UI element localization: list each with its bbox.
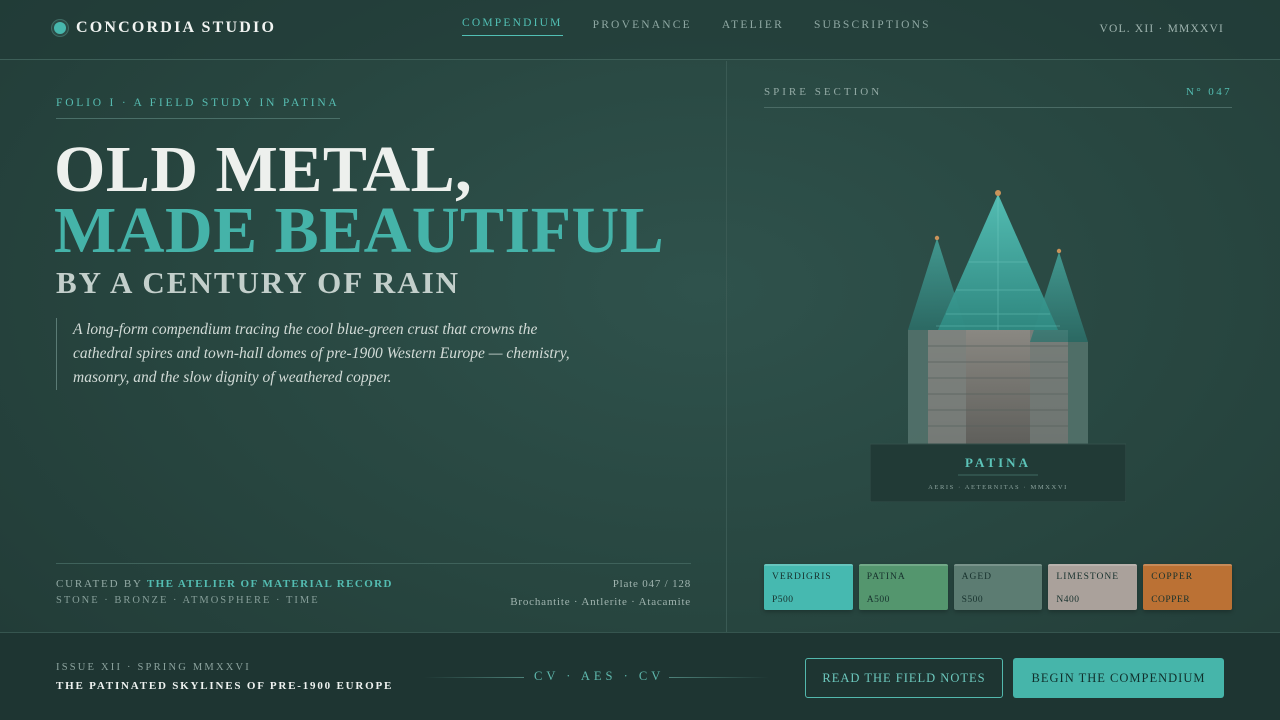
section-bar: SPIRE SECTION N° 047 bbox=[764, 86, 1232, 108]
brand[interactable]: CONCORDIA STUDIO bbox=[54, 19, 276, 37]
swatch-name: COPPER bbox=[1151, 572, 1194, 582]
swatch-code: N400 bbox=[1056, 595, 1080, 605]
monogram: CV · AES · CV bbox=[534, 669, 665, 683]
curated-by: CURATED BY THE ATELIER OF MATERIAL RECOR… bbox=[56, 578, 393, 590]
nav-compendium[interactable]: COMPENDIUM bbox=[462, 17, 563, 36]
issue-label: ISSUE XII · SPRING MMXXVI bbox=[56, 662, 252, 673]
headline-line-3: BY A CENTURY OF RAIN bbox=[56, 265, 461, 300]
brand-dot-icon bbox=[54, 22, 66, 34]
folio-label: FOLIO I · A FIELD STUDY IN PATINA bbox=[56, 97, 340, 119]
swatch-aged[interactable]: AGED S500 bbox=[953, 564, 1043, 610]
lede-paragraph: A long-form compendium tracing the cool … bbox=[56, 318, 596, 390]
swatch-limestone[interactable]: LIMESTONE N400 bbox=[1048, 564, 1138, 610]
plate-number: Plate 047 / 128 bbox=[612, 578, 691, 590]
swatch-name: VERDIGRIS bbox=[772, 572, 832, 582]
specimen-panel: SPIRE SECTION N° 047 PATINA AERIS · AETE… bbox=[728, 61, 1280, 632]
begin-compendium-button[interactable]: BEGIN THE COMPENDIUM bbox=[1013, 658, 1224, 698]
swatch-code: S500 bbox=[961, 595, 984, 605]
footer-rule-right bbox=[669, 677, 769, 678]
swatch-patina[interactable]: PATINA A500 bbox=[858, 564, 948, 610]
swatch-name: LIMESTONE bbox=[1056, 572, 1120, 582]
main-nav: COMPENDIUM PROVENANCE ATELIER SUBSCRIPTI… bbox=[462, 17, 931, 36]
nav-provenance[interactable]: PROVENANCE bbox=[593, 19, 692, 36]
right-finial-icon bbox=[1056, 248, 1062, 254]
section-number: N° 047 bbox=[1186, 86, 1232, 98]
swatch-copper[interactable]: COPPER COPPER bbox=[1143, 564, 1232, 610]
central-finial-icon bbox=[995, 190, 1001, 196]
footer-rule-left bbox=[424, 677, 524, 678]
hero-panel: FOLIO I · A FIELD STUDY IN PATINA OLD ME… bbox=[0, 61, 727, 632]
themes-list: STONE · BRONZE · ATMOSPHERE · TIME bbox=[56, 595, 320, 606]
left-tower bbox=[908, 330, 928, 444]
plaque-title: PATINA bbox=[965, 455, 1031, 470]
swatch-code: COPPER bbox=[1151, 595, 1191, 605]
swatch-row: VERDIGRIS P500 PATINA A500 AGED S500 LIM… bbox=[764, 564, 1232, 610]
stone-right-wing bbox=[1030, 330, 1068, 444]
swatch-name: PATINA bbox=[866, 572, 906, 582]
read-field-notes-button[interactable]: READ THE FIELD NOTES bbox=[805, 658, 1003, 698]
curator-name[interactable]: THE ATELIER OF MATERIAL RECORD bbox=[147, 578, 393, 590]
site-header: CONCORDIA STUDIO COMPENDIUM PROVENANCE A… bbox=[0, 0, 1280, 60]
left-finial-icon bbox=[934, 235, 940, 241]
right-tower bbox=[1068, 342, 1088, 444]
brand-name: CONCORDIA STUDIO bbox=[76, 19, 277, 36]
plaque-subtitle: AERIS · AETERNITAS · MMXXVI bbox=[928, 484, 1068, 491]
swatch-code: P500 bbox=[772, 595, 794, 605]
curated-prefix: CURATED BY bbox=[56, 578, 143, 590]
section-title: SPIRE SECTION bbox=[764, 86, 883, 98]
nav-subscriptions[interactable]: SUBSCRIPTIONS bbox=[814, 19, 931, 36]
spire-illustration: PATINA AERIS · AETERNITAS · MMXXVI bbox=[870, 190, 1126, 502]
nav-atelier[interactable]: ATELIER bbox=[722, 19, 784, 36]
swatch-verdigris[interactable]: VERDIGRIS P500 bbox=[764, 564, 853, 610]
issue-subtitle: THE PATINATED SKYLINES OF PRE-1900 EUROP… bbox=[56, 680, 394, 692]
headline-line-2: MADE BEAUTIFUL bbox=[54, 194, 665, 267]
plaque bbox=[870, 443, 1126, 502]
volume-label: VOL. XII · MMXXVI bbox=[1099, 23, 1224, 35]
credits: CURATED BY THE ATELIER OF MATERIAL RECOR… bbox=[56, 563, 691, 633]
page: CONCORDIA STUDIO COMPENDIUM PROVENANCE A… bbox=[0, 0, 1280, 720]
stone-left-wing bbox=[928, 330, 966, 444]
site-footer: ISSUE XII · SPRING MMXXVI THE PATINATED … bbox=[0, 632, 1280, 720]
swatch-code: A500 bbox=[866, 595, 890, 605]
minerals-list: Brochantite · Antlerite · Atacamite bbox=[510, 596, 691, 608]
swatch-name: AGED bbox=[961, 572, 992, 582]
